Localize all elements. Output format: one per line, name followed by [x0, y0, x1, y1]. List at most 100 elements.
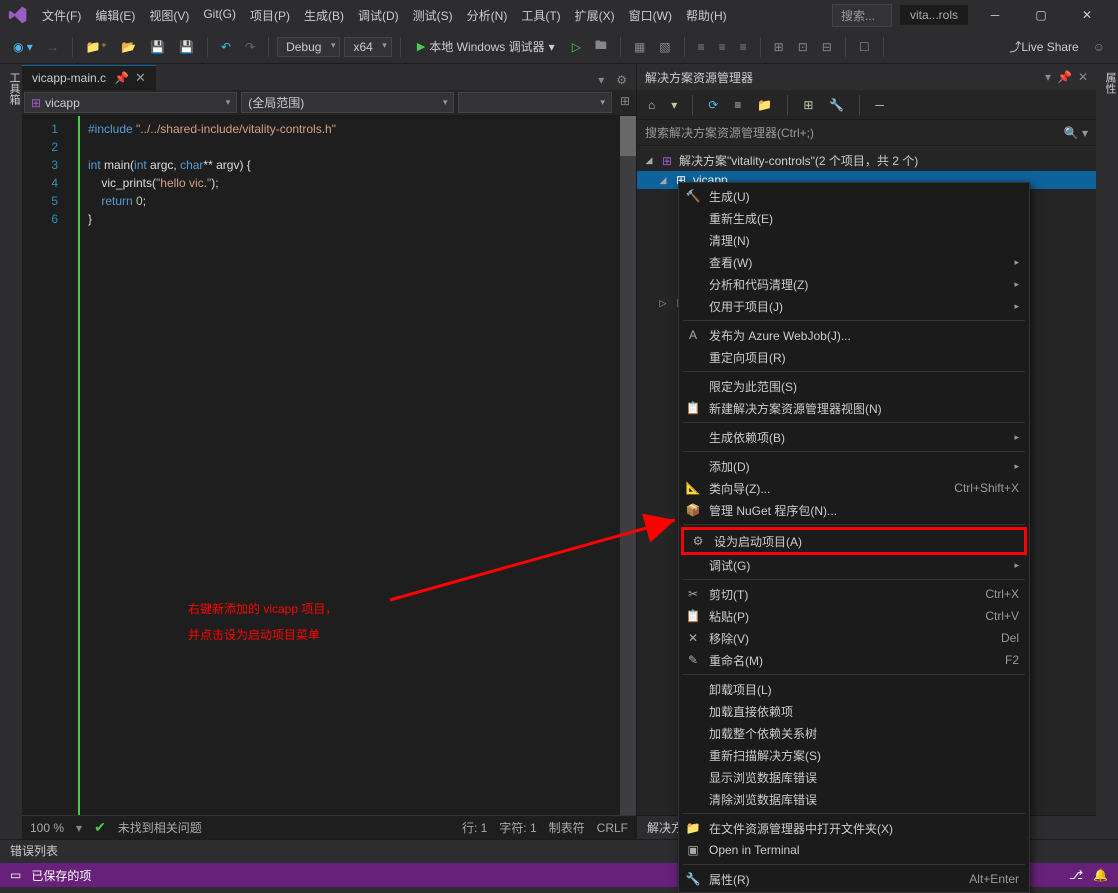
ctx-item[interactable]: 📋粘贴(P)Ctrl+V: [679, 605, 1029, 627]
save-icon[interactable]: 💾: [145, 37, 170, 57]
toolbar-icon[interactable]: ⊡: [793, 37, 813, 57]
menu-analyze[interactable]: 分析(N): [461, 3, 514, 28]
menu-debug[interactable]: 调试(D): [352, 3, 405, 28]
nav-member-dropdown[interactable]: [458, 92, 611, 113]
pin-icon[interactable]: 📌: [1057, 70, 1072, 84]
tab-dropdown-icon[interactable]: ▾: [593, 70, 609, 90]
ctx-item[interactable]: 查看(W): [679, 251, 1029, 273]
menu-window[interactable]: 窗口(W): [623, 3, 678, 28]
toolbar-icon[interactable]: ⟳: [703, 95, 723, 115]
home-icon[interactable]: ⌂: [643, 95, 660, 115]
toolbar-icon[interactable]: ⊞: [769, 37, 789, 57]
platform-dropdown[interactable]: x64: [344, 37, 391, 57]
ctx-item[interactable]: 加载直接依赖项: [679, 700, 1029, 722]
ctx-item[interactable]: 重新扫描解决方案(S): [679, 744, 1029, 766]
ctx-item[interactable]: 重新生成(E): [679, 207, 1029, 229]
menu-test[interactable]: 测试(S): [407, 3, 459, 28]
properties-tab[interactable]: 属性: [1096, 64, 1118, 839]
toolbar-icon[interactable]: ▦: [629, 37, 650, 57]
ctx-item[interactable]: 📋新建解决方案资源管理器视图(N): [679, 397, 1029, 419]
toolbar-icon[interactable]: ≡: [735, 37, 752, 57]
ctx-item[interactable]: ⚙设为启动项目(A): [684, 530, 1024, 552]
ctx-item[interactable]: ▣Open in Terminal: [679, 839, 1029, 861]
toolbar-icon[interactable]: 🔧: [824, 95, 849, 115]
indent-mode[interactable]: 制表符: [549, 819, 585, 836]
nav-back-icon[interactable]: ◉ ▾: [8, 37, 38, 57]
ctx-item[interactable]: 限定为此范围(S): [679, 375, 1029, 397]
ctx-item[interactable]: ✂剪切(T)Ctrl+X: [679, 583, 1029, 605]
open-icon[interactable]: 📂: [116, 37, 141, 57]
menu-edit[interactable]: 编辑(E): [89, 3, 141, 28]
toolbar-icon[interactable]: ≡: [714, 37, 731, 57]
toolbar-icon[interactable]: ▧: [654, 37, 675, 57]
redo-icon[interactable]: ↷: [240, 37, 260, 57]
eol-mode[interactable]: CRLF: [597, 821, 628, 835]
output-icon[interactable]: ▭: [10, 868, 21, 882]
new-project-icon[interactable]: 📁⁺: [81, 37, 112, 57]
ctx-item[interactable]: 调试(G): [679, 554, 1029, 576]
ctx-item[interactable]: 重定向项目(R): [679, 346, 1029, 368]
close-panel-icon[interactable]: ✕: [1078, 70, 1088, 84]
save-all-icon[interactable]: 💾: [174, 37, 199, 57]
start-debug-button[interactable]: ▶本地 Windows 调试器 ▾: [409, 36, 563, 57]
toolbar-icon[interactable]: ─: [870, 95, 889, 115]
menu-view[interactable]: 视图(V): [143, 3, 195, 28]
close-button[interactable]: ✕: [1064, 0, 1110, 30]
toolbar-icon[interactable]: ≡: [729, 95, 746, 115]
ctx-item[interactable]: 加载整个依赖关系树: [679, 722, 1029, 744]
search-options-icon[interactable]: 🔍 ▾: [1064, 126, 1088, 140]
nav-scope-dropdown[interactable]: (全局范围): [241, 92, 454, 113]
toolbar-icon[interactable]: ☐: [854, 37, 875, 57]
toolbar-icon[interactable]: ⊟: [817, 37, 837, 57]
ctx-item[interactable]: A发布为 Azure WebJob(J)...: [679, 324, 1029, 346]
issues-status[interactable]: 未找到相关问题: [118, 819, 202, 836]
code-content[interactable]: #include "../../shared-include/vitality-…: [80, 116, 636, 815]
close-tab-icon[interactable]: ✕: [135, 70, 146, 86]
ctx-item[interactable]: 生成依赖项(B): [679, 426, 1029, 448]
toolbar-icon[interactable]: 🖿: [590, 33, 612, 60]
notifications-icon[interactable]: 🔔: [1093, 868, 1108, 882]
tab-settings-icon[interactable]: ⚙: [611, 70, 632, 90]
menu-project[interactable]: 项目(P): [244, 3, 296, 28]
tree-solution-node[interactable]: ◢ ⊞ 解决方案"vitality-controls"(2 个项目，共 2 个): [637, 150, 1096, 171]
solution-search-input[interactable]: 搜索解决方案资源管理器(Ctrl+;) 🔍 ▾: [637, 120, 1096, 146]
toolbar-icon[interactable]: ⊞: [798, 95, 818, 115]
ctx-item[interactable]: ✕移除(V)Del: [679, 627, 1029, 649]
menu-git[interactable]: Git(G): [197, 3, 242, 28]
toolbar-icon[interactable]: 📁: [752, 95, 777, 115]
menu-build[interactable]: 生成(B): [298, 3, 350, 28]
menu-extensions[interactable]: 扩展(X): [569, 3, 621, 28]
ctx-item[interactable]: ✎重命名(M)F2: [679, 649, 1029, 671]
split-icon[interactable]: ⊞: [614, 90, 636, 115]
ctx-item[interactable]: 仅用于项目(J): [679, 295, 1029, 317]
ctx-item[interactable]: 📁在文件资源管理器中打开文件夹(X): [679, 817, 1029, 839]
ctx-item[interactable]: 清除浏览数据库错误: [679, 788, 1029, 810]
ctx-item[interactable]: 🔧属性(R)Alt+Enter: [679, 868, 1029, 890]
panel-dropdown-icon[interactable]: ▾: [1045, 70, 1051, 84]
file-tab[interactable]: vicapp-main.c 📌 ✕: [22, 65, 156, 90]
ctx-item[interactable]: 📐类向导(Z)...Ctrl+Shift+X: [679, 477, 1029, 499]
ctx-item[interactable]: 清理(N): [679, 229, 1029, 251]
nav-fwd-icon[interactable]: →: [42, 37, 64, 57]
ctx-item[interactable]: 🔨生成(U): [679, 185, 1029, 207]
ctx-item[interactable]: 显示浏览数据库错误: [679, 766, 1029, 788]
code-editor[interactable]: 123456 #include "../../shared-include/vi…: [22, 116, 636, 815]
toolbox-tab[interactable]: 工具箱: [0, 64, 22, 839]
start-no-debug-icon[interactable]: ▷: [567, 37, 586, 57]
zoom-level[interactable]: 100 %: [30, 821, 64, 835]
ctx-item[interactable]: 卸载项目(L): [679, 678, 1029, 700]
ctx-item[interactable]: 分析和代码清理(Z): [679, 273, 1029, 295]
global-search-input[interactable]: 搜索...: [832, 4, 892, 27]
menu-tools[interactable]: 工具(T): [515, 3, 566, 28]
toolbar-icon[interactable]: ≡: [693, 37, 710, 57]
live-share-button[interactable]: ⤴ Live Share: [1004, 35, 1083, 58]
config-dropdown[interactable]: Debug: [277, 37, 340, 57]
toolbar-icon[interactable]: ▾: [666, 95, 682, 115]
menu-file[interactable]: 文件(F): [36, 3, 87, 28]
nav-project-dropdown[interactable]: ⊞vicapp: [24, 92, 237, 113]
maximize-button[interactable]: ▢: [1018, 0, 1064, 30]
source-control-icon[interactable]: ⎇: [1069, 868, 1083, 882]
ctx-item[interactable]: 添加(D): [679, 455, 1029, 477]
editor-scrollbar[interactable]: [620, 116, 636, 815]
feedback-icon[interactable]: ☺: [1088, 37, 1110, 57]
